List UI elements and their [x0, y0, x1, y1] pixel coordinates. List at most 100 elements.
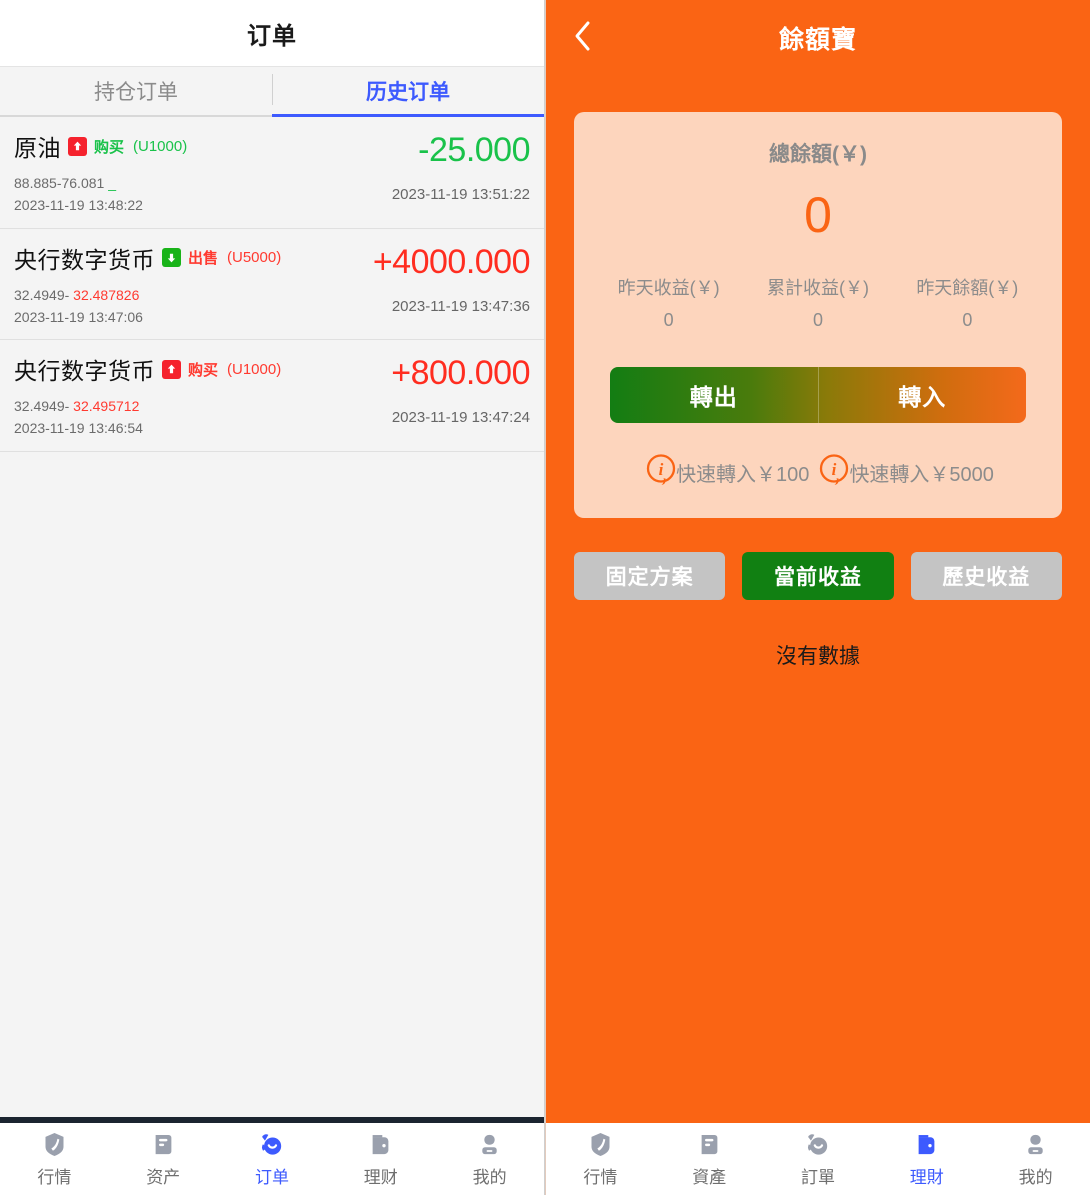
nav-item-profile[interactable]: 我的: [435, 1123, 544, 1195]
yuebao-body: 總餘額(￥) 0 昨天收益(￥) 0 累計收益(￥) 0 昨天餘額(￥) 0 轉…: [546, 76, 1090, 1115]
order-price-line: 32.4949- 32.495712: [14, 396, 281, 416]
table-row[interactable]: 央行数字货币 出售 (U5000) 32.4949- 32.487826 202…: [0, 228, 544, 341]
orders-tabs: 持仓订单 历史订单: [0, 67, 544, 117]
quick-transfer-label: 快速轉入￥5000: [849, 464, 994, 486]
order-info: 央行数字货币 出售 (U5000) 32.4949- 32.487826 202…: [14, 239, 281, 328]
segment-history-earnings[interactable]: 歷史收益: [910, 552, 1062, 600]
quick-transfer-row: i 快速轉入￥100 i 快速轉入￥5000: [594, 451, 1042, 494]
chevron-left-icon: [572, 19, 594, 58]
yuebao-header: 餘額寶: [546, 0, 1090, 76]
empty-state-text: 沒有數據: [776, 645, 860, 668]
stat-value: 0: [812, 310, 823, 330]
order-price-close: _: [108, 175, 116, 191]
segment-label: 固定方案: [605, 566, 694, 589]
order-title-line: 原油 购买 (U1000): [14, 129, 187, 163]
tab-label: 持仓订单: [94, 81, 178, 104]
total-balance-value: 0: [804, 187, 832, 243]
market-badge-icon: [41, 1131, 68, 1158]
total-balance-label: 總餘額(￥): [769, 143, 867, 166]
order-side: 购买: [188, 361, 219, 379]
order-volume: (U5000): [227, 249, 282, 267]
order-amount: +800.000: [391, 354, 530, 393]
transfer-out-label: 轉出: [689, 384, 738, 410]
back-button[interactable]: [560, 0, 606, 76]
order-title-line: 央行数字货币 出售 (U5000): [14, 241, 281, 275]
segment-fixed-plan[interactable]: 固定方案: [574, 552, 726, 600]
wallet-icon: [913, 1131, 940, 1158]
segment-label: 歷史收益: [942, 566, 1031, 589]
nav-label: 我的: [472, 1167, 507, 1187]
table-row[interactable]: 原油 购买 (U1000) 88.885-76.081 _ 2023-11-19…: [0, 117, 544, 229]
tab-label: 历史订单: [366, 80, 450, 104]
nav-item-orders[interactable]: 订单: [218, 1123, 327, 1195]
nav-item-assets[interactable]: 资产: [109, 1123, 218, 1195]
quick-transfer-5000[interactable]: i 快速轉入￥5000: [815, 451, 994, 494]
order-price-line: 32.4949- 32.487826: [14, 285, 281, 305]
nav-item-market[interactable]: 行情: [546, 1123, 655, 1195]
order-info: 原油 购买 (U1000) 88.885-76.081 _ 2023-11-19…: [14, 127, 187, 216]
quick-transfer-100[interactable]: i 快速轉入￥100: [642, 451, 809, 494]
nav-divider: [546, 1115, 1090, 1123]
stat-value: 0: [663, 310, 674, 330]
segment-label: 當前收益: [773, 566, 862, 589]
order-list: 原油 购买 (U1000) 88.885-76.081 _ 2023-11-19…: [0, 117, 544, 1117]
nav-item-orders[interactable]: 訂單: [764, 1123, 873, 1195]
nav-item-profile[interactable]: 我的: [981, 1123, 1090, 1195]
arrow-up-icon: [68, 136, 87, 156]
order-symbol: 央行数字货币: [14, 246, 155, 273]
transfer-in-button[interactable]: 轉入: [817, 367, 1027, 423]
balance-stats: 昨天收益(￥) 0 累計收益(￥) 0 昨天餘額(￥) 0: [594, 274, 1042, 331]
nav-label: 理財: [909, 1167, 944, 1187]
page-title: 订单: [247, 22, 297, 50]
assets-card-icon: [696, 1131, 723, 1158]
order-close-time: 2023-11-19 13:51:22: [391, 186, 530, 203]
tab-holding-orders[interactable]: 持仓订单: [0, 67, 272, 117]
nav-label: 订单: [254, 1167, 289, 1187]
quick-transfer-label: 快速轉入￥100: [676, 464, 810, 486]
svg-text:i: i: [659, 460, 664, 479]
stat-label: 累計收益(￥): [766, 278, 869, 298]
yuebao-panel: 餘額寶 總餘額(￥) 0 昨天收益(￥) 0 累計收益(￥) 0 昨天餘額(￥): [545, 0, 1090, 1195]
info-bubble-icon: i: [815, 451, 853, 494]
tab-history-orders[interactable]: 历史订单: [272, 67, 544, 117]
transfer-bar: 轉出 轉入: [610, 367, 1026, 423]
table-row[interactable]: 央行数字货币 购买 (U1000) 32.4949- 32.495712 202…: [0, 340, 544, 452]
order-volume: (U1000): [227, 360, 282, 378]
nav-label: 我的: [1018, 1167, 1053, 1187]
order-symbol: 原油: [14, 135, 61, 161]
nav-label: 行情: [37, 1167, 72, 1187]
arrow-down-icon: [162, 248, 181, 268]
assets-card-icon: [150, 1131, 177, 1158]
transfer-in-label: 轉入: [898, 384, 947, 410]
order-info: 央行数字货币 购买 (U1000) 32.4949- 32.495712 202…: [14, 350, 281, 439]
stat-total-earnings: 累計收益(￥) 0: [743, 274, 892, 331]
svg-text:i: i: [832, 460, 837, 479]
stat-label: 昨天餘額(￥): [916, 278, 1019, 298]
nav-label: 资产: [146, 1167, 181, 1187]
bottom-nav-right: 行情 資產 訂單 理財 我的: [546, 1123, 1090, 1195]
arrow-up-icon: [162, 359, 181, 379]
transfer-out-button[interactable]: 轉出: [610, 367, 818, 423]
nav-item-market[interactable]: 行情: [0, 1123, 109, 1195]
order-close-time: 2023-11-19 13:47:36: [391, 297, 530, 315]
user-icon: [1022, 1131, 1049, 1158]
order-side: 出售: [188, 250, 219, 268]
order-open-time: 2023-11-19 13:46:54: [14, 420, 143, 437]
nav-item-assets[interactable]: 資產: [655, 1123, 764, 1195]
bottom-nav-left: 行情 资产 订单 理财 我的: [0, 1123, 544, 1195]
stat-yesterday-earnings: 昨天收益(￥) 0: [594, 274, 743, 331]
orders-panel: 订单 持仓订单 历史订单 原油 购买 (U1000) 88.885-76.081…: [0, 0, 545, 1195]
segment-current-earnings[interactable]: 當前收益: [742, 552, 894, 600]
order-result: +4000.000 2023-11-19 13:47:36: [373, 239, 531, 315]
wallet-icon: [367, 1131, 394, 1158]
nav-label: 行情: [583, 1167, 618, 1187]
nav-item-finance[interactable]: 理財: [872, 1123, 981, 1195]
user-icon: [476, 1131, 503, 1158]
order-volume: (U1000): [133, 137, 188, 155]
orders-clock-icon: [258, 1131, 285, 1158]
nav-label: 訂單: [800, 1167, 835, 1187]
stat-yesterday-balance: 昨天餘額(￥) 0: [893, 274, 1042, 331]
nav-item-finance[interactable]: 理财: [326, 1123, 435, 1195]
order-open-time: 2023-11-19 13:47:06: [14, 308, 143, 325]
order-price-close: 32.487826: [73, 286, 140, 303]
